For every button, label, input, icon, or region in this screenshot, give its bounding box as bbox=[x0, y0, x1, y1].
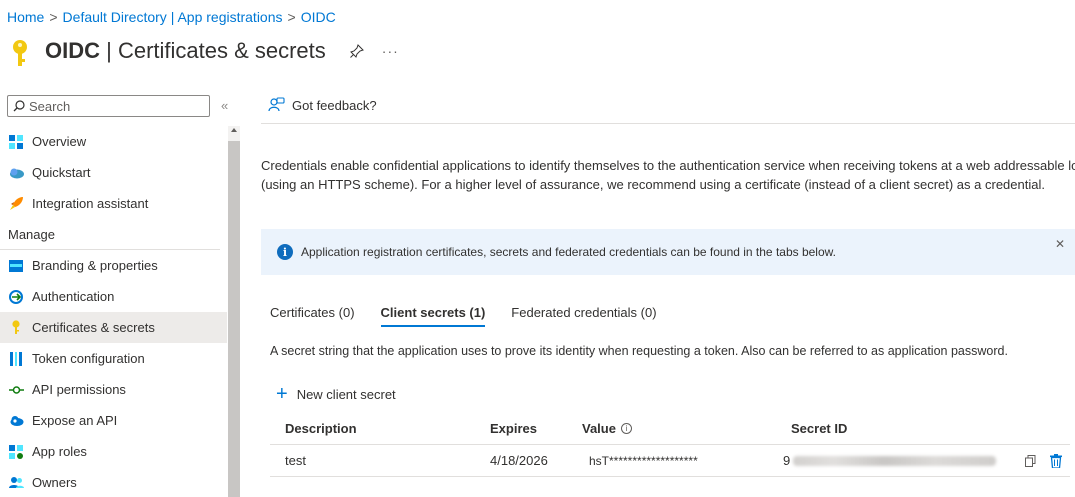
app-roles-icon bbox=[8, 444, 24, 460]
credentials-description: Credentials enable confidential applicat… bbox=[261, 156, 1075, 194]
sidebar-item-authentication[interactable]: Authentication bbox=[0, 281, 227, 312]
sidebar-item-branding[interactable]: Branding & properties bbox=[0, 250, 227, 281]
client-secrets-description: A secret string that the application use… bbox=[270, 344, 1008, 358]
sidebar-item-owners[interactable]: Owners bbox=[0, 467, 227, 497]
authentication-icon bbox=[8, 289, 24, 305]
breadcrumb-app-registrations[interactable]: Default Directory | App registrations bbox=[63, 9, 283, 25]
sidebar-item-label: Owners bbox=[32, 475, 77, 490]
sidebar-item-label: Quickstart bbox=[32, 165, 91, 180]
breadcrumb-home[interactable]: Home bbox=[7, 9, 44, 25]
secret-id-prefix: 9 bbox=[783, 453, 791, 468]
sidebar-item-label: Authentication bbox=[32, 289, 115, 304]
overview-icon bbox=[8, 134, 24, 150]
column-header-secret-id[interactable]: Secret ID bbox=[776, 421, 996, 436]
plus-icon: + bbox=[276, 383, 288, 405]
column-header-description[interactable]: Description bbox=[270, 421, 475, 436]
info-banner-text: Application registration certificates, s… bbox=[301, 245, 836, 259]
breadcrumb-separator: > bbox=[287, 9, 296, 25]
sidebar-item-quickstart[interactable]: Quickstart bbox=[0, 157, 227, 188]
scrollbar-thumb[interactable] bbox=[228, 141, 240, 497]
sidebar-item-expose-api[interactable]: Expose an API bbox=[0, 405, 227, 436]
sidebar-item-label: Certificates & secrets bbox=[32, 320, 155, 335]
api-permissions-icon bbox=[8, 382, 24, 398]
feedback-icon bbox=[268, 97, 285, 112]
tab-federated-credentials[interactable]: Federated credentials (0) bbox=[511, 305, 656, 326]
divider bbox=[261, 123, 1075, 124]
column-header-value-label: Value bbox=[582, 421, 616, 436]
secret-value: hsT******************* bbox=[589, 453, 698, 468]
pin-icon[interactable] bbox=[349, 44, 364, 58]
secret-id-redacted bbox=[793, 455, 996, 466]
sidebar-item-overview[interactable]: Overview bbox=[0, 126, 227, 157]
sidebar-item-label: App roles bbox=[32, 444, 87, 459]
page-header: OIDC | Certificates & secrets ··· bbox=[8, 35, 399, 67]
sidebar-item-label: Branding & properties bbox=[32, 258, 158, 273]
secret-id: 9 bbox=[776, 453, 996, 468]
breadcrumb-separator: > bbox=[49, 9, 58, 25]
key-icon bbox=[13, 40, 27, 66]
page-title: OIDC | Certificates & secrets bbox=[45, 38, 326, 63]
description-line: (using an HTTPS scheme). For a higher le… bbox=[261, 177, 1045, 192]
credential-tabs: Certificates (0) Client secrets (1) Fede… bbox=[270, 305, 683, 327]
info-icon: i bbox=[277, 244, 293, 260]
new-client-secret-label: New client secret bbox=[296, 386, 396, 402]
sidebar-item-api-permissions[interactable]: API permissions bbox=[0, 374, 227, 405]
secret-description: test bbox=[285, 453, 306, 468]
token-icon bbox=[8, 351, 24, 367]
search-box[interactable] bbox=[7, 95, 210, 117]
search-icon bbox=[13, 100, 25, 112]
scroll-up-icon[interactable] bbox=[231, 128, 237, 132]
sidebar-nav: Overview Quickstart Integration assistan… bbox=[0, 126, 227, 497]
column-header-value[interactable]: Value i bbox=[567, 421, 776, 436]
table-row: test 4/18/2026 hsT******************* 9 bbox=[270, 445, 1070, 477]
rocket-icon bbox=[8, 196, 24, 212]
key-icon bbox=[8, 320, 24, 336]
tab-client-secrets[interactable]: Client secrets (1) bbox=[380, 305, 485, 327]
sidebar-item-label: Overview bbox=[32, 134, 87, 149]
feedback-label: Got feedback? bbox=[292, 98, 377, 113]
sidebar-item-label: Integration assistant bbox=[32, 196, 149, 211]
sidebar-item-certificates-secrets[interactable]: Certificates & secrets bbox=[0, 312, 227, 343]
tab-certificates[interactable]: Certificates (0) bbox=[270, 305, 355, 326]
nav-section-manage: Manage bbox=[0, 219, 220, 250]
sidebar-item-token-configuration[interactable]: Token configuration bbox=[0, 343, 227, 374]
breadcrumb: Home > Default Directory | App registratio… bbox=[7, 9, 336, 25]
sidebar-item-label: Token configuration bbox=[32, 351, 145, 366]
new-client-secret-button[interactable]: + New client secret bbox=[276, 383, 396, 405]
delete-icon[interactable] bbox=[1048, 453, 1064, 469]
collapse-menu-button[interactable]: « bbox=[221, 98, 228, 113]
sidebar-item-label: API permissions bbox=[32, 382, 126, 397]
search-input[interactable] bbox=[29, 98, 199, 114]
cloud-icon bbox=[8, 413, 24, 429]
sidebar-scrollbar[interactable] bbox=[228, 126, 240, 497]
client-secrets-table: Description Expires Value i Secret ID te… bbox=[270, 413, 1070, 477]
quickstart-icon bbox=[8, 165, 24, 181]
row-actions bbox=[996, 453, 1070, 469]
feedback-button[interactable]: Got feedback? bbox=[268, 97, 377, 114]
owners-icon bbox=[8, 475, 24, 491]
close-icon[interactable]: ✕ bbox=[1055, 237, 1065, 251]
sidebar-item-integration-assistant[interactable]: Integration assistant bbox=[0, 188, 227, 219]
secret-expires: 4/18/2026 bbox=[490, 453, 548, 468]
breadcrumb-oidc[interactable]: OIDC bbox=[301, 9, 336, 25]
sidebar-item-app-roles[interactable]: App roles bbox=[0, 436, 227, 467]
more-options-button[interactable]: ··· bbox=[382, 43, 399, 59]
column-header-expires[interactable]: Expires bbox=[475, 421, 567, 436]
table-header: Description Expires Value i Secret ID bbox=[270, 413, 1070, 445]
sidebar-item-label: Expose an API bbox=[32, 413, 118, 428]
branding-icon bbox=[8, 258, 24, 274]
description-line: Credentials enable confidential applicat… bbox=[261, 158, 1075, 173]
copy-icon[interactable] bbox=[1022, 453, 1038, 469]
info-banner: i Application registration certificates,… bbox=[261, 229, 1075, 275]
info-icon[interactable]: i bbox=[620, 423, 632, 434]
